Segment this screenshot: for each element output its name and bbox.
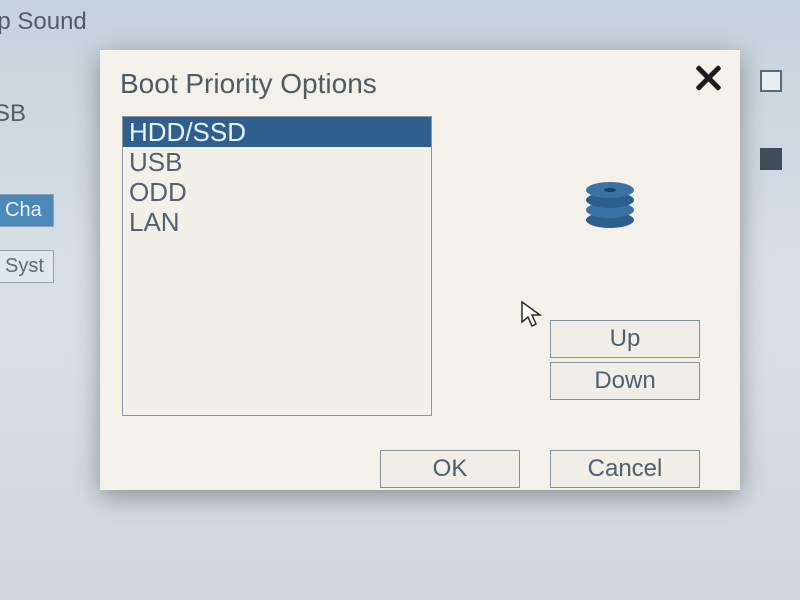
- dialog-title: Boot Priority Options: [120, 68, 720, 100]
- bg-checkbox-2[interactable]: [760, 148, 782, 170]
- list-item[interactable]: ODD: [123, 177, 431, 207]
- close-icon[interactable]: [690, 60, 726, 96]
- disk-stack-icon: [580, 180, 640, 230]
- cancel-button[interactable]: Cancel: [550, 450, 700, 488]
- ok-button[interactable]: OK: [380, 450, 520, 488]
- list-item[interactable]: HDD/SSD: [123, 117, 431, 147]
- bg-label-sound: ep Sound: [0, 8, 87, 36]
- bg-checkbox-1[interactable]: [760, 70, 782, 92]
- bg-button-change[interactable]: Cha: [0, 194, 54, 227]
- boot-priority-dialog: Boot Priority Options HDD/SSD USB ODD LA…: [100, 50, 740, 490]
- move-up-button[interactable]: Up: [550, 320, 700, 358]
- boot-order-listbox[interactable]: HDD/SSD USB ODD LAN: [122, 116, 432, 416]
- bg-button-system[interactable]: Syst: [0, 250, 54, 283]
- mouse-cursor-icon: [520, 300, 544, 330]
- bg-label-sb: SB: [0, 100, 26, 128]
- list-item[interactable]: USB: [123, 147, 431, 177]
- list-item[interactable]: LAN: [123, 207, 431, 237]
- move-down-button[interactable]: Down: [550, 362, 700, 400]
